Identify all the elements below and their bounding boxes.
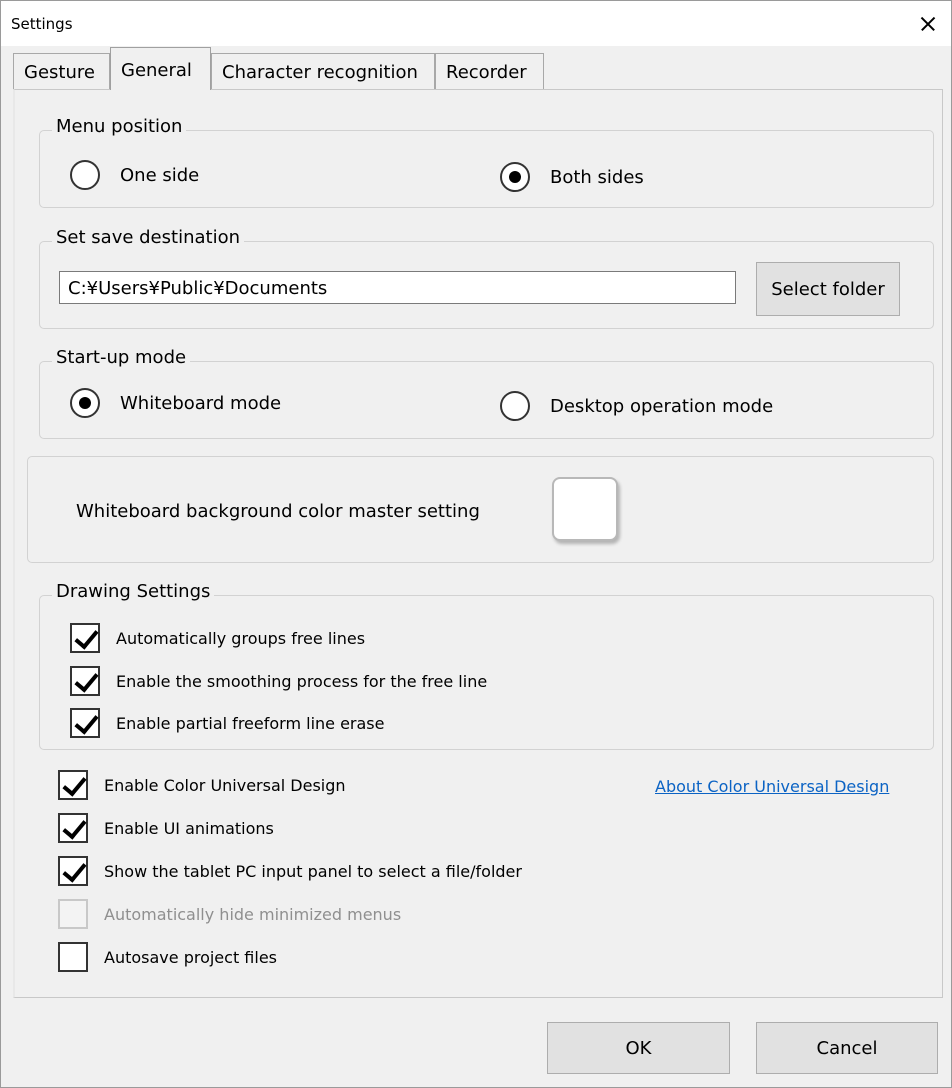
startup-mode-title: Start-up mode [52, 347, 191, 368]
tab-character-recognition[interactable]: Character recognition [211, 53, 435, 90]
check-auto-hide-menus: Automatically hide minimized menus [58, 899, 401, 929]
radio-button-icon [70, 160, 100, 190]
settings-window: Settings Gesture General Character recog… [0, 0, 952, 1088]
radio-desktop-mode-label: Desktop operation mode [550, 395, 774, 417]
tab-recorder[interactable]: Recorder [435, 53, 544, 90]
check-tablet-input-label: Show the tablet PC input panel to select… [104, 861, 522, 881]
check-color-universal-design[interactable]: Enable Color Universal Design [58, 770, 346, 800]
check-cud-label: Enable Color Universal Design [104, 775, 346, 795]
select-folder-button[interactable]: Select folder [756, 262, 900, 316]
window-title: Settings [11, 15, 73, 33]
check-partial-erase-label: Enable partial freeform line erase [116, 713, 385, 733]
cancel-button[interactable]: Cancel [756, 1022, 938, 1074]
tab-general[interactable]: General [110, 47, 211, 90]
background-color-swatch[interactable] [552, 477, 618, 541]
radio-whiteboard-mode[interactable]: Whiteboard mode [70, 388, 281, 418]
menu-position-group: Menu position One side Both sides [39, 116, 934, 208]
drawing-settings-title: Drawing Settings [52, 581, 215, 602]
check-auto-group-free-lines[interactable]: Automatically groups free lines [70, 623, 365, 653]
checkbox-checked-icon [58, 856, 88, 886]
save-destination-title: Set save destination [52, 227, 244, 248]
radio-one-side-label: One side [120, 164, 200, 186]
tab-gesture[interactable]: Gesture [13, 53, 110, 90]
radio-button-icon [500, 391, 530, 421]
save-path-input[interactable]: C:¥Users¥Public¥Documents [59, 271, 736, 304]
check-ui-animations[interactable]: Enable UI animations [58, 813, 274, 843]
about-color-universal-design-link[interactable]: About Color Universal Design [655, 777, 889, 796]
checkbox-checked-icon [70, 666, 100, 696]
menu-position-title: Menu position [52, 116, 187, 137]
checkbox-checked-icon [70, 708, 100, 738]
startup-mode-group: Start-up mode Whiteboard mode Desktop op… [39, 347, 934, 439]
close-icon[interactable] [911, 9, 943, 39]
radio-both-sides-label: Both sides [550, 166, 644, 188]
checkbox-unchecked-icon [58, 942, 88, 972]
title-bar: Settings [1, 1, 951, 46]
checkbox-checked-icon [70, 623, 100, 653]
whiteboard-background-group: Whiteboard background color master setti… [27, 456, 934, 563]
checkbox-disabled-icon [58, 899, 88, 929]
check-smoothing-label: Enable the smoothing process for the fre… [116, 671, 488, 691]
radio-button-selected-icon [500, 162, 530, 192]
check-autosave-label: Autosave project files [104, 947, 278, 967]
check-smoothing-free-line[interactable]: Enable the smoothing process for the fre… [70, 666, 487, 696]
radio-whiteboard-mode-label: Whiteboard mode [120, 392, 282, 414]
check-ui-animations-label: Enable UI animations [104, 818, 274, 838]
check-auto-group-label: Automatically groups free lines [116, 628, 366, 648]
save-destination-group: Set save destination C:¥Users¥Public¥Doc… [39, 227, 934, 329]
radio-one-side[interactable]: One side [70, 160, 199, 190]
radio-button-selected-icon [70, 388, 100, 418]
whiteboard-background-label: Whiteboard background color master setti… [76, 501, 480, 522]
radio-desktop-operation-mode[interactable]: Desktop operation mode [500, 391, 773, 421]
check-auto-hide-label: Automatically hide minimized menus [104, 904, 402, 924]
general-tab-panel: Menu position One side Both sides Set sa… [13, 89, 943, 998]
checkbox-checked-icon [58, 813, 88, 843]
ok-button[interactable]: OK [547, 1022, 730, 1074]
check-partial-erase[interactable]: Enable partial freeform line erase [70, 708, 384, 738]
checkbox-checked-icon [58, 770, 88, 800]
check-autosave-project[interactable]: Autosave project files [58, 942, 277, 972]
radio-both-sides[interactable]: Both sides [500, 162, 644, 192]
check-tablet-input-panel[interactable]: Show the tablet PC input panel to select… [58, 856, 522, 886]
drawing-settings-group: Drawing Settings Automatically groups fr… [39, 581, 934, 750]
